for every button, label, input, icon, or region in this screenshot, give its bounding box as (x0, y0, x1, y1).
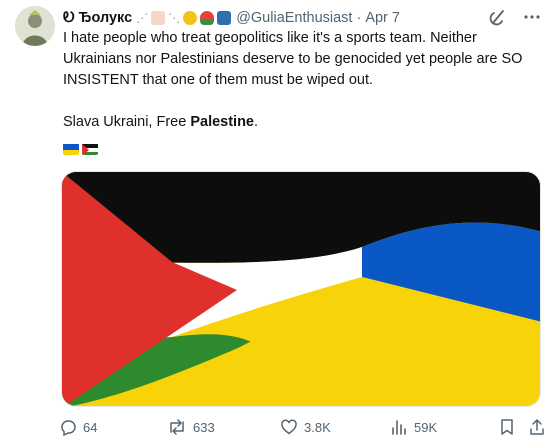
tweet-top-icons (487, 6, 543, 28)
bookmark-button[interactable] (498, 416, 516, 438)
repost-icon (170, 419, 184, 435)
tweet-text-prefix: Slava Ukraini, Free (63, 114, 191, 130)
hand-emoji-icon (151, 11, 166, 25)
views-icon (392, 420, 406, 435)
views-button[interactable]: 59K (390, 416, 437, 438)
ukraine-flag-icon (63, 143, 79, 155)
flag-emojis (63, 143, 98, 155)
tweet-header: Ꭷ Ђолукс ⋰ ⋱ @GuliaEnthusiast · Apr 7 (63, 8, 503, 28)
handle[interactable]: @GuliaEnthusiast (236, 10, 352, 26)
tweet-text-suffix: . (254, 114, 259, 130)
reply-count: 64 (83, 419, 98, 435)
avatar[interactable] (15, 6, 55, 46)
snowflake-emoji-icon (217, 11, 232, 25)
reply-icon (61, 420, 76, 436)
tweet-text: I hate people who treat geopolitics like… (63, 28, 533, 133)
share-button[interactable] (528, 416, 546, 438)
more-icon[interactable] (521, 6, 543, 28)
like-icon (281, 419, 297, 435)
share-icon (530, 419, 544, 435)
name-emoji-row: ⋰ ⋱ (136, 11, 232, 25)
tweet-text-paragraph-1: I hate people who treat geopolitics like… (63, 30, 523, 88)
merged-flags-image (62, 172, 540, 406)
views-count: 59K (414, 419, 438, 435)
reply-button[interactable]: 64 (59, 416, 97, 438)
like-count: 3.8K (304, 419, 331, 435)
repost-button[interactable]: 633 (167, 416, 215, 438)
bookmark-icon (501, 419, 513, 435)
sparkle-icon: ⋱ (168, 11, 181, 25)
watermelon-emoji-icon (200, 11, 215, 25)
sparkle-icon: ⋰ (136, 11, 149, 25)
tweet-text-paragraph-2: Slava Ukraini, Free Palestine. (63, 112, 533, 133)
display-name[interactable]: Ꭷ Ђолукс (63, 10, 132, 26)
tweet-actions: 64 633 3.8K 59K (55, 416, 545, 438)
tweet[interactable]: Ꭷ Ђолукс ⋰ ⋱ @GuliaEnthusiast · Apr 7 I … (0, 0, 553, 445)
timestamp[interactable]: Apr 7 (365, 10, 400, 26)
like-button[interactable]: 3.8K (280, 416, 331, 438)
grok-icon[interactable] (487, 6, 509, 28)
palestine-flag-icon (82, 143, 98, 155)
tweet-media-image[interactable] (61, 171, 541, 407)
separator-dot: · (356, 10, 362, 26)
repost-count: 633 (193, 419, 215, 435)
sunflower-emoji-icon (183, 11, 198, 25)
tweet-text-bold: Palestine (190, 114, 254, 130)
